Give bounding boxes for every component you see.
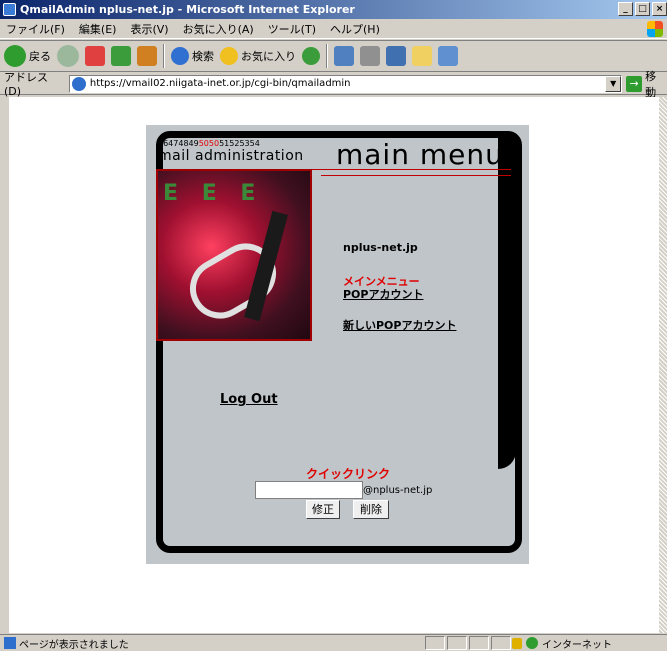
maximize-button[interactable]: □ [635,2,650,16]
page-done-icon [4,637,16,649]
divider [321,175,511,176]
header-image: E E E [156,169,312,341]
forward-arrow-icon [57,45,79,67]
status-cells [425,636,511,650]
left-border [0,97,9,633]
menu-file[interactable]: ファイル(F) [6,21,65,37]
chevron-down-icon[interactable]: ▼ [605,75,622,92]
media-icon[interactable] [302,47,320,65]
print-icon[interactable] [360,46,380,66]
vertical-scrollbar[interactable] [659,97,667,633]
address-url: https://vmail02.niigata-inet.or.jp/cgi-b… [89,78,351,89]
menu-tools[interactable]: ツール(T) [268,21,316,37]
status-cell [469,636,489,650]
minimize-button[interactable]: _ [618,2,633,16]
forward-button[interactable] [57,45,79,67]
home-icon[interactable] [137,46,157,66]
image-decoration: E E E [163,181,264,206]
back-label: 戻る [29,50,51,63]
menu-edit[interactable]: 編集(E) [79,21,117,37]
lock-icon [512,637,522,649]
back-arrow-icon [4,45,26,67]
stop-icon[interactable] [85,46,105,66]
go-arrow-icon: → [626,75,643,92]
security-zone: インターネット [512,636,612,651]
menu-view[interactable]: 表示(V) [130,21,168,37]
toolbar-separator [326,44,328,68]
menu-help[interactable]: ヘルプ(H) [330,21,380,37]
toolbar: 戻る 検索 お気に入り [0,40,667,72]
status-cell [491,636,511,650]
search-icon [171,47,189,65]
quicklink-input[interactable] [255,481,363,499]
mail-icon[interactable] [334,46,354,66]
search-label: 検索 [192,50,214,63]
edit-icon[interactable] [386,46,406,66]
folder-icon[interactable] [412,46,432,66]
globe-icon [526,637,538,649]
ie-icon [3,3,16,16]
favorites-button[interactable]: お気に入り [220,47,296,65]
page-icon [71,76,86,91]
domain-name: nplus-net.jp [343,241,418,254]
page-title: main menu [336,138,504,171]
admin-panel: 46474849505051525354 mail administration… [146,125,529,564]
status-cell [425,636,445,650]
window-controls: _ □ × [618,2,667,16]
panel-frame-bar [498,135,516,469]
status-cell [447,636,467,650]
address-label: アドレス(D) [4,71,48,98]
edit-button[interactable]: 修正 [306,500,340,519]
search-button[interactable]: 検索 [171,47,214,65]
window-title: QmailAdmin nplus-net.jp - Microsoft Inte… [20,3,355,16]
back-button[interactable]: 戻る [4,45,51,67]
windows-logo-icon [647,21,663,37]
decor-numbers: 46474849505051525354 [158,139,260,148]
delete-button[interactable]: 削除 [353,500,389,519]
favorites-label: お気に入り [241,50,296,63]
go-label: 移動 [645,69,657,99]
status-text: ページが表示されました [19,639,129,651]
close-button[interactable]: × [652,2,667,16]
toolbar-separator [163,44,165,68]
menu-bar: ファイル(F) 編集(E) 表示(V) お気に入り(A) ツール(T) ヘルプ(… [0,19,667,39]
address-bar: アドレス(D) https://vmail02.niigata-inet.or.… [0,70,667,99]
star-icon [220,47,238,65]
logout-link[interactable]: Log Out [220,392,278,407]
zone-label: インターネット [542,639,612,651]
status-bar: ページが表示されました インターネット [0,634,667,651]
address-input[interactable]: https://vmail02.niigata-inet.or.jp/cgi-b… [68,74,623,93]
go-button[interactable]: → 移動 [626,68,667,100]
new-pop-account-link[interactable]: 新しいPOPアカウント [343,317,456,333]
pop-account-link[interactable]: POPアカウント [343,286,423,302]
refresh-icon[interactable] [111,46,131,66]
menu-favorites[interactable]: お気に入り(A) [183,21,254,37]
title-bar: QmailAdmin nplus-net.jp - Microsoft Inte… [0,0,667,19]
page-viewport: 46474849505051525354 mail administration… [9,97,659,633]
quicklink-title: クイックリンク [306,467,391,481]
messenger-icon[interactable] [438,46,458,66]
subtitle: mail administration [158,148,304,164]
quicklink-domain-suffix: @nplus-net.jp [363,485,433,496]
